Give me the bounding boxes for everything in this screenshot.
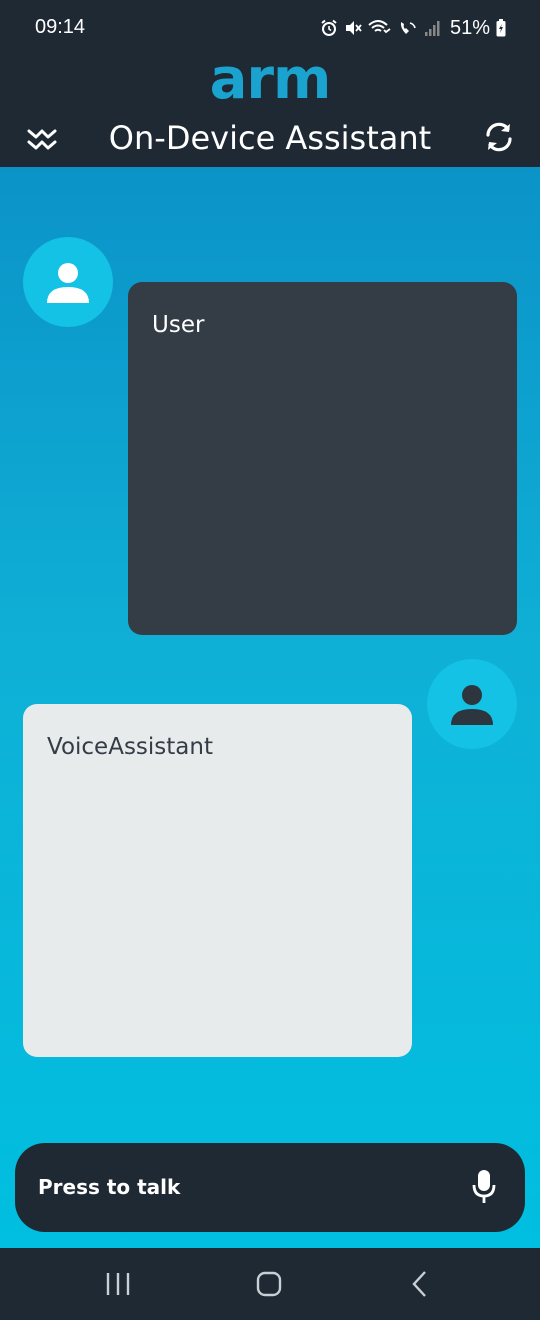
microphone-icon: [472, 1170, 496, 1203]
recent-apps-icon[interactable]: [104, 1270, 132, 1298]
wifi-calling-icon: [368, 20, 391, 34]
user-message-bubble: User: [128, 282, 517, 635]
page-title: On-Device Assistant: [108, 119, 432, 157]
refresh-button[interactable]: [482, 120, 516, 154]
alarm-icon: [321, 19, 337, 36]
status-time: 09:14: [35, 16, 86, 38]
chat-area[interactable]: User VoiceAssistant Press to talk: [0, 167, 540, 1248]
navigation-bar: [0, 1248, 540, 1320]
battery-percent: 51%: [449, 16, 490, 39]
back-icon[interactable]: [406, 1270, 434, 1298]
user-label: User: [152, 312, 205, 338]
press-to-talk-label: Press to talk: [38, 1175, 181, 1199]
mute-icon: [345, 21, 362, 35]
arm-logo: arm: [209, 47, 332, 112]
assistant-avatar: [427, 659, 517, 749]
volte-icon: [400, 22, 416, 34]
signal-icon: [424, 21, 440, 36]
refresh-icon: [486, 122, 512, 152]
assistant-message-bubble: VoiceAssistant: [23, 704, 412, 1057]
assistant-label: VoiceAssistant: [47, 734, 213, 760]
press-to-talk-button[interactable]: Press to talk: [15, 1143, 525, 1232]
user-avatar: [23, 237, 113, 327]
app-header: arm On-Device Assistant: [0, 52, 540, 167]
person-icon: [451, 685, 493, 725]
person-icon: [47, 263, 89, 303]
battery-icon: [496, 19, 506, 37]
home-icon[interactable]: [255, 1270, 283, 1298]
status-icons: 51%: [320, 14, 506, 42]
